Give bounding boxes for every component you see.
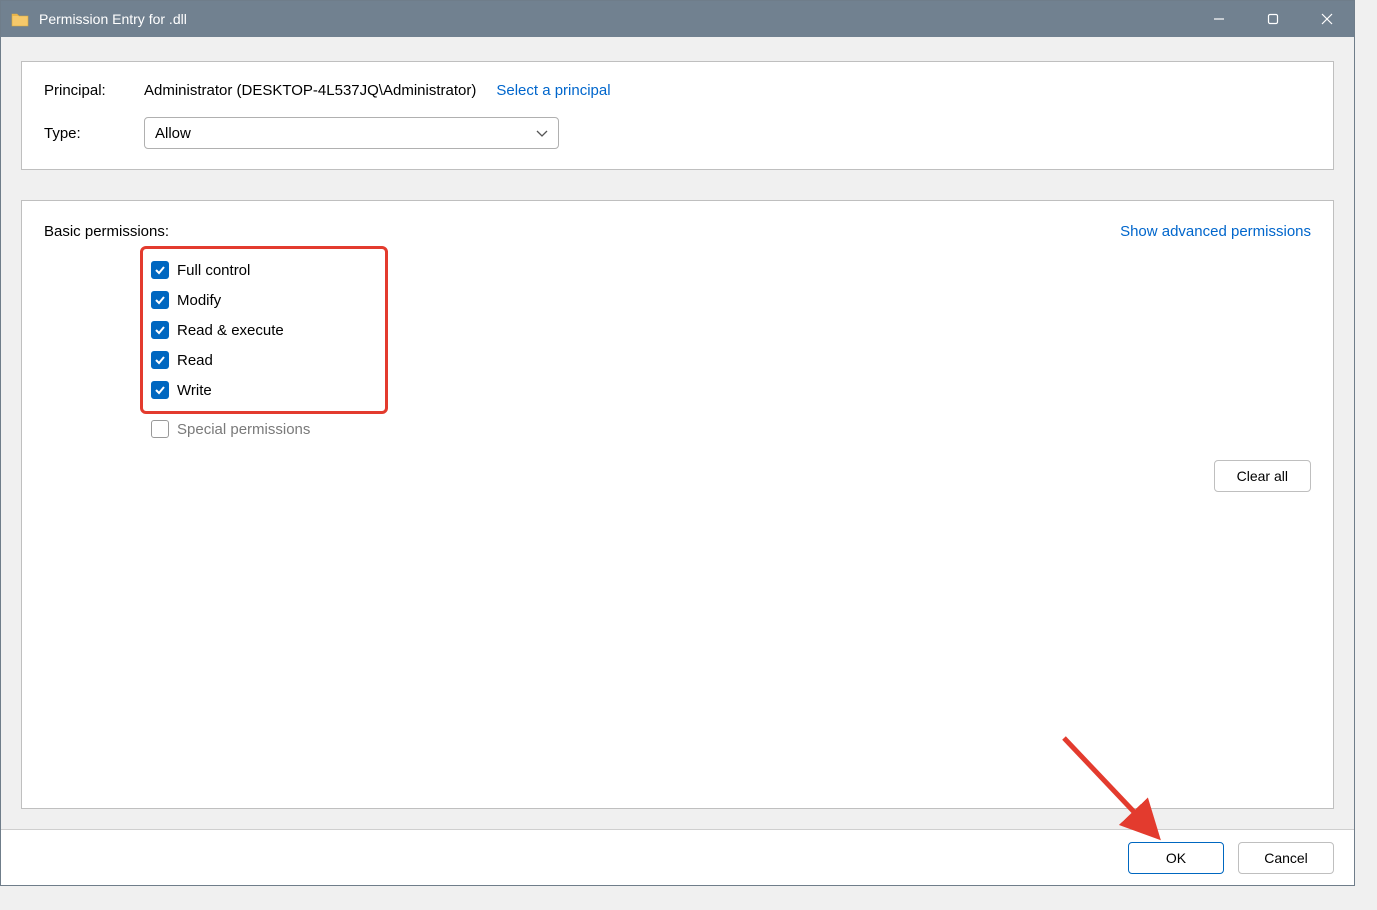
perm-label: Modify <box>177 292 221 309</box>
perm-read-execute[interactable]: Read & execute <box>151 315 377 345</box>
basic-permissions-title: Basic permissions: <box>44 223 169 240</box>
checkbox-checked-icon[interactable] <box>151 291 169 309</box>
principal-value: Administrator (DESKTOP-4L537JQ\Administr… <box>144 82 476 99</box>
show-advanced-link[interactable]: Show advanced permissions <box>1120 223 1311 240</box>
perm-write[interactable]: Write <box>151 375 377 405</box>
perm-label: Read & execute <box>177 322 284 339</box>
type-select-value: Allow <box>155 125 191 142</box>
titlebar[interactable]: Permission Entry for .dll <box>1 1 1354 37</box>
maximize-button[interactable] <box>1246 1 1300 37</box>
perm-label: Read <box>177 352 213 369</box>
dialog-footer: OK Cancel <box>1 829 1354 885</box>
perm-label: Full control <box>177 262 250 279</box>
window-title: Permission Entry for .dll <box>39 11 187 27</box>
checkbox-checked-icon[interactable] <box>151 381 169 399</box>
highlight-annotation: Full control Modify Read & execute <box>140 246 388 414</box>
principal-panel: Principal: Administrator (DESKTOP-4L537J… <box>21 61 1334 170</box>
permissions-panel: Basic permissions: Show advanced permiss… <box>21 200 1334 809</box>
principal-label: Principal: <box>44 82 144 99</box>
minimize-button[interactable] <box>1192 1 1246 37</box>
checkbox-unchecked-icon <box>151 420 169 438</box>
ok-button[interactable]: OK <box>1128 842 1224 874</box>
perm-special: Special permissions <box>151 414 1311 444</box>
select-principal-link[interactable]: Select a principal <box>496 82 610 99</box>
chevron-down-icon <box>536 125 548 142</box>
type-select[interactable]: Allow <box>144 117 559 149</box>
permission-entry-window: Permission Entry for .dll Principal: Adm… <box>0 0 1355 886</box>
perm-label: Write <box>177 382 212 399</box>
checkbox-checked-icon[interactable] <box>151 321 169 339</box>
close-button[interactable] <box>1300 1 1354 37</box>
perm-read[interactable]: Read <box>151 345 377 375</box>
folder-icon <box>11 12 29 27</box>
checkbox-checked-icon[interactable] <box>151 351 169 369</box>
client-area: Principal: Administrator (DESKTOP-4L537J… <box>1 37 1354 829</box>
checkbox-checked-icon[interactable] <box>151 261 169 279</box>
perm-modify[interactable]: Modify <box>151 285 377 315</box>
clear-all-button[interactable]: Clear all <box>1214 460 1311 492</box>
type-label: Type: <box>44 125 144 142</box>
cancel-button[interactable]: Cancel <box>1238 842 1334 874</box>
perm-full-control[interactable]: Full control <box>151 255 377 285</box>
perm-label: Special permissions <box>177 421 310 438</box>
